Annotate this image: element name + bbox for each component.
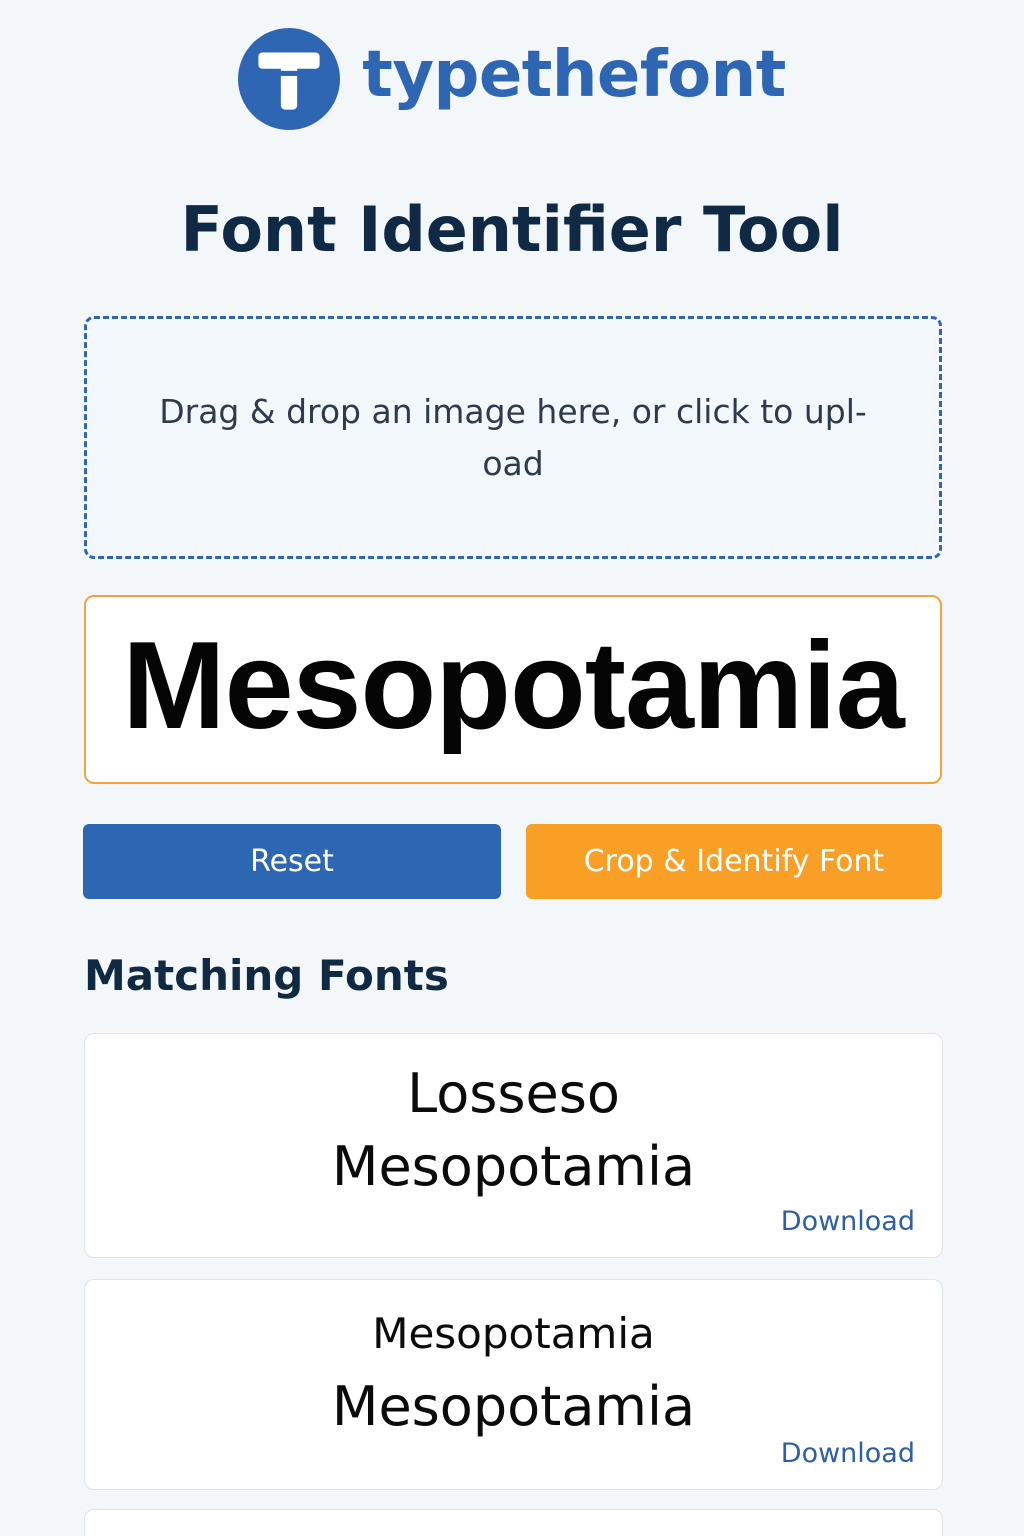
crop-identify-font-button[interactable]: Crop & Identify Font	[526, 824, 942, 899]
font-name: Mesopotamia	[372, 1309, 655, 1358]
font-identifier-page: typethefont Font Identifier Tool Drag & …	[0, 0, 1024, 1536]
brand-header: typethefont	[0, 28, 1024, 130]
font-sample: Mesopotamia	[331, 1135, 696, 1198]
page-title: Font Identifier Tool	[180, 193, 844, 266]
reset-button[interactable]: Reset	[83, 824, 501, 899]
download-link[interactable]: Download	[781, 1208, 915, 1235]
crop-preview[interactable]: Mesopotamia	[84, 595, 942, 784]
preview-sample-text: Mesopotamia	[122, 616, 904, 755]
font-name: Losseso	[407, 1062, 620, 1125]
type-t-icon[interactable]	[238, 28, 341, 130]
font-result-card	[84, 1509, 943, 1536]
upload-prompt: Drag & drop an image here, or click to u…	[159, 391, 867, 483]
download-link[interactable]: Download	[781, 1440, 915, 1467]
font-result-card: Mesopotamia Mesopotamia Download	[84, 1279, 943, 1490]
font-result-card: Losseso Mesopotamia Download	[84, 1033, 943, 1258]
image-upload-dropzone[interactable]: Drag & drop an image here, or click to u…	[84, 316, 942, 559]
matching-fonts-heading: Matching Fonts	[84, 951, 449, 1000]
font-sample: Mesopotamia	[331, 1375, 696, 1438]
brand-name[interactable]: typethefont	[362, 43, 786, 107]
